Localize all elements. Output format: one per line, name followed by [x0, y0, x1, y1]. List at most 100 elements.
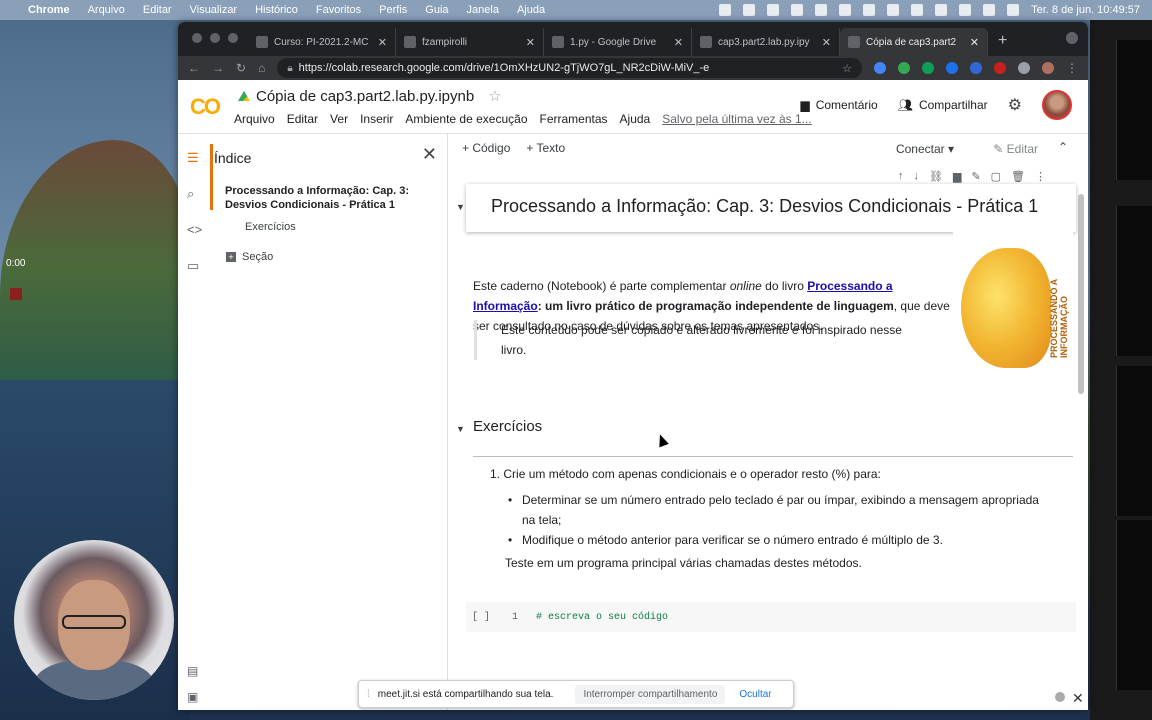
settings-gear-icon[interactable]: ⚙: [1008, 95, 1022, 115]
battery-icon[interactable]: [911, 4, 924, 16]
notebook-title-text[interactable]: Cópia de cap3.part2.lab.py.ipynb: [256, 88, 474, 105]
calendar-icon[interactable]: [791, 4, 804, 16]
close-tab-icon[interactable]: ✕: [526, 36, 535, 49]
extension-icon[interactable]: [946, 62, 958, 74]
add-text-button[interactable]: + Texto: [526, 141, 565, 155]
menubar-item-perfis[interactable]: Perfis: [379, 4, 407, 16]
siri-icon[interactable]: [1007, 4, 1020, 16]
extension-icon[interactable]: [994, 62, 1006, 74]
stop-sharing-button[interactable]: Interromper compartilhamento: [575, 684, 726, 704]
mirror-cell-icon[interactable]: ▢: [991, 170, 1001, 183]
search-icon[interactable]: ⌕: [187, 186, 194, 202]
close-tab-icon[interactable]: ✕: [822, 36, 831, 49]
drive-extension-icon[interactable]: [898, 62, 910, 74]
home-icon[interactable]: ⌂: [258, 61, 265, 75]
forward-icon[interactable]: →: [212, 61, 224, 75]
edit-button[interactable]: ✎ Editar: [993, 142, 1038, 156]
reload-icon[interactable]: ↻: [236, 61, 246, 75]
wifi-icon[interactable]: [935, 4, 948, 16]
comment-button[interactable]: ▆ Comentário: [800, 98, 877, 112]
gear-status-icon[interactable]: [719, 4, 732, 16]
code-cell[interactable]: [ ] 1 # escreva o seu código: [466, 602, 1076, 632]
delete-icon[interactable]: 🗑︎: [1011, 170, 1025, 183]
address-bar[interactable]: 🔒︎ https://colab.research.google.com/dri…: [277, 58, 862, 78]
toc-icon[interactable]: ☰: [187, 150, 199, 166]
last-saved-link[interactable]: Salvo pela última vez às 1...: [662, 112, 811, 126]
link-icon[interactable]: ⛓: [929, 170, 943, 183]
menu-inserir[interactable]: Inserir: [360, 112, 393, 126]
account-avatar[interactable]: [1042, 90, 1072, 120]
menubar-item-historico[interactable]: Histórico: [255, 4, 298, 16]
share-button[interactable]: 👥︎ Compartilhar: [898, 98, 988, 112]
close-tab-icon[interactable]: ✕: [674, 36, 683, 49]
hide-banner-button[interactable]: Ocultar: [739, 689, 771, 700]
control-center-icon[interactable]: [983, 4, 996, 16]
lock-icon[interactable]: 🔒︎: [287, 63, 292, 74]
comment-icon[interactable]: ▆: [953, 170, 961, 183]
run-cell-button[interactable]: [ ]: [472, 612, 490, 623]
close-window-button[interactable]: [192, 33, 202, 43]
menubar-item-ajuda[interactable]: Ajuda: [517, 4, 545, 16]
cloud-icon[interactable]: [815, 4, 828, 16]
menubar-item-visualizar[interactable]: Visualizar: [190, 4, 238, 16]
close-icon[interactable]: ✕: [422, 144, 437, 165]
menubar-item-favoritos[interactable]: Favoritos: [316, 4, 361, 16]
new-tab-button[interactable]: +: [998, 32, 1007, 50]
back-icon[interactable]: ←: [188, 61, 200, 75]
menu-ajuda[interactable]: Ajuda: [620, 112, 651, 126]
tab-google-drive[interactable]: 1.py - Google Drive ✕: [544, 28, 692, 56]
profile-avatar-icon[interactable]: [1042, 62, 1054, 74]
menu-ver[interactable]: Ver: [330, 112, 348, 126]
menu-arquivo[interactable]: Arquivo: [234, 112, 275, 126]
command-palette-icon[interactable]: ▤: [187, 664, 198, 678]
connect-button[interactable]: Conectar ▾: [896, 142, 954, 156]
move-up-icon[interactable]: ↑: [898, 170, 904, 183]
close-tab-icon[interactable]: ✕: [378, 36, 387, 49]
add-section-icon[interactable]: +: [226, 252, 236, 262]
menubar-item-janela[interactable]: Janela: [467, 4, 499, 16]
toc-item-exercicios[interactable]: Exercícios: [245, 221, 296, 233]
bluetooth-icon[interactable]: [887, 4, 900, 16]
colab-logo[interactable]: CO: [190, 94, 221, 120]
zoom-window-button[interactable]: [228, 33, 238, 43]
translate-extension-icon[interactable]: [874, 62, 886, 74]
menu-editar[interactable]: Editar: [287, 112, 318, 126]
toc-item-processando[interactable]: Processando a Informação: Cap. 3: Desvio…: [225, 184, 425, 212]
move-down-icon[interactable]: ↓: [914, 170, 920, 183]
close-tab-icon[interactable]: ✕: [970, 36, 979, 49]
dropbox-icon[interactable]: [767, 4, 780, 16]
volume-icon[interactable]: [863, 4, 876, 16]
menubar-clock[interactable]: Ter. 8 de jun. 10:49:57: [1031, 4, 1140, 16]
close-icon[interactable]: ✕: [1072, 690, 1084, 707]
more-options-icon[interactable]: ⋮: [1035, 170, 1046, 183]
tab-cap3[interactable]: cap3.part2.lab.py.ipy ✕: [692, 28, 840, 56]
extension-icon[interactable]: [970, 62, 982, 74]
code-snippets-icon[interactable]: <>: [187, 222, 202, 237]
puzzle-icon[interactable]: [1018, 62, 1030, 74]
tab-copia-cap3[interactable]: Cópia de cap3.part2 ✕: [840, 28, 988, 56]
status-icon[interactable]: [743, 4, 756, 16]
bookmark-star-icon[interactable]: ☆: [842, 62, 852, 75]
notebook-scrollbar[interactable]: [1078, 194, 1084, 394]
search-icon[interactable]: [959, 4, 972, 16]
tab-fzampirolli[interactable]: fzampirolli ✕: [396, 28, 544, 56]
menubar-item-editar[interactable]: Editar: [143, 4, 172, 16]
drag-handle-icon[interactable]: ⁞: [367, 689, 370, 700]
tab-curso[interactable]: Curso: PI-2021.2-MC ✕: [248, 28, 396, 56]
kebab-menu-icon[interactable]: ⋮: [1066, 61, 1078, 75]
code-editor[interactable]: # escreva o seu código: [536, 612, 668, 623]
minimize-window-button[interactable]: [210, 33, 220, 43]
drive-icon[interactable]: [238, 91, 250, 101]
menubar-app-name[interactable]: Chrome: [28, 4, 70, 16]
menubar-item-guia[interactable]: Guia: [425, 4, 448, 16]
add-code-button[interactable]: + Código: [462, 141, 510, 155]
terminal-icon[interactable]: ▣: [187, 690, 198, 704]
collapse-caret-icon[interactable]: ▼: [456, 424, 465, 434]
time-machine-icon[interactable]: [839, 4, 852, 16]
edit-icon[interactable]: ✎: [971, 170, 980, 183]
menu-ambiente[interactable]: Ambiente de execução: [405, 112, 527, 126]
folder-icon[interactable]: ▭: [187, 258, 199, 274]
menubar-item-arquivo[interactable]: Arquivo: [88, 4, 125, 16]
record-stop-icon[interactable]: [10, 288, 22, 300]
star-icon[interactable]: ☆: [488, 87, 501, 105]
